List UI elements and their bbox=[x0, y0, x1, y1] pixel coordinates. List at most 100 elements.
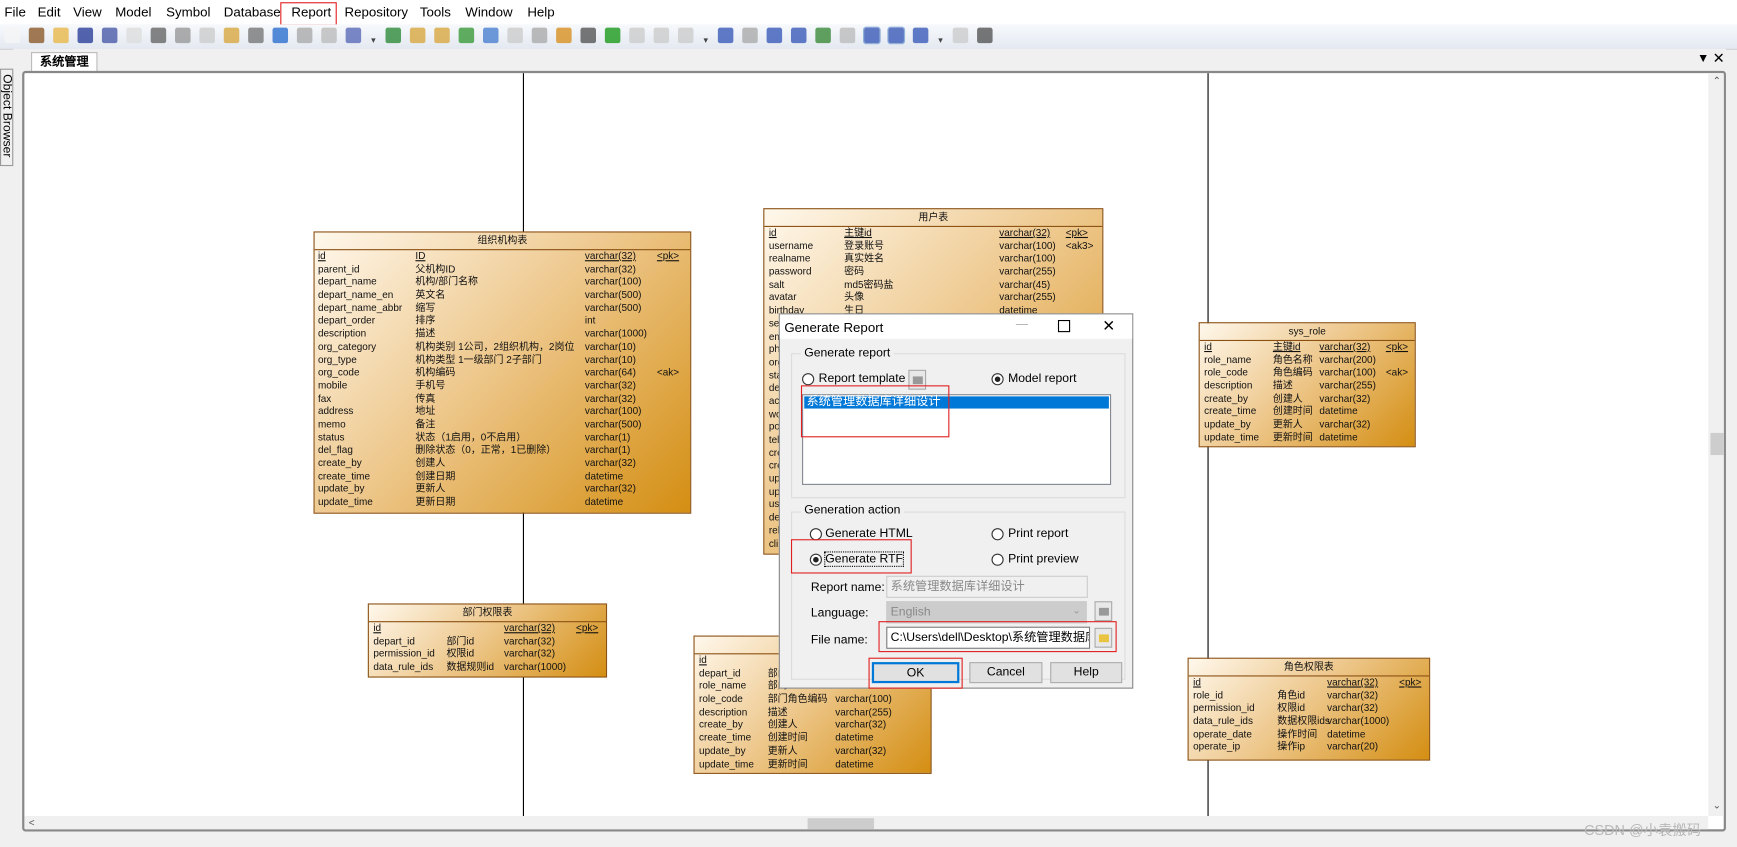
toolbar-overflow-icon[interactable]: ▾ bbox=[938, 35, 942, 45]
entity-table[interactable]: 组织机构表 id ID varchar(32) <pk> parent_id 父机构ID va… bbox=[313, 231, 692, 514]
check-model-icon[interactable] bbox=[483, 27, 499, 44]
help-button[interactable]: Help bbox=[1050, 662, 1123, 684]
report-template-radio[interactable] bbox=[802, 373, 815, 386]
print-preview-icon[interactable] bbox=[126, 27, 142, 44]
delete-icon[interactable] bbox=[248, 27, 264, 44]
table-row: salt md5密码盐 varchar(45) bbox=[764, 279, 1102, 292]
font-icon[interactable] bbox=[604, 27, 621, 44]
shadow-icon[interactable] bbox=[507, 27, 523, 44]
zoom-icon[interactable] bbox=[862, 26, 881, 45]
back-icon[interactable] bbox=[653, 27, 670, 44]
column-type: varchar(32) bbox=[1327, 676, 1379, 688]
language-select[interactable]: English bbox=[886, 601, 1087, 624]
diagram-icon[interactable] bbox=[717, 27, 734, 44]
disabled-icon[interactable] bbox=[839, 27, 856, 44]
redo-icon[interactable] bbox=[296, 27, 313, 44]
table-row: del_flag 删除状态（0，正常，1已删除） varchar(1) bbox=[315, 444, 691, 457]
object-browser-tab[interactable]: Object Browser bbox=[0, 68, 14, 167]
column-name: description bbox=[699, 706, 748, 718]
report-name-field[interactable]: 系统管理数据库详细设计 bbox=[886, 575, 1088, 598]
copy-icon[interactable] bbox=[199, 27, 215, 44]
print-report-label[interactable]: Print report bbox=[1008, 527, 1068, 540]
vertical-scrollbar[interactable]: ⌃ ⌄ bbox=[1708, 73, 1724, 817]
printer-icon[interactable] bbox=[977, 27, 993, 44]
open-icon[interactable] bbox=[53, 27, 69, 44]
column-type: varchar(500) bbox=[584, 289, 642, 301]
column-type: datetime bbox=[1319, 431, 1358, 443]
scroll-down-icon[interactable]: ⌄ bbox=[1713, 799, 1721, 811]
paste-icon[interactable] bbox=[223, 27, 240, 44]
new-icon[interactable] bbox=[4, 27, 20, 44]
column-name: depart_name_en bbox=[317, 289, 394, 301]
column-comment: 密码 bbox=[844, 265, 865, 277]
align-icon[interactable] bbox=[531, 27, 548, 44]
maximize-icon[interactable] bbox=[1057, 319, 1071, 333]
menu-database[interactable]: Database bbox=[224, 4, 281, 20]
menu-repository[interactable]: Repository bbox=[345, 4, 409, 20]
properties-icon[interactable] bbox=[321, 27, 337, 44]
column-key: <ak> bbox=[656, 366, 680, 378]
toolbar-overflow-icon[interactable]: ▾ bbox=[371, 35, 375, 45]
menu-symbol[interactable]: Symbol bbox=[166, 4, 210, 20]
fill-icon[interactable] bbox=[580, 27, 596, 44]
diagram2-icon[interactable] bbox=[742, 27, 758, 44]
new-package-icon[interactable] bbox=[385, 27, 402, 44]
model-report-radio[interactable] bbox=[991, 373, 1004, 386]
column-key: <ak3> bbox=[1065, 239, 1094, 251]
pages-icon[interactable] bbox=[790, 27, 807, 44]
menu-model[interactable]: Model bbox=[115, 4, 151, 20]
column-name: id bbox=[699, 654, 707, 666]
column-type: varchar(100) bbox=[1319, 366, 1376, 378]
refresh-icon[interactable] bbox=[458, 27, 475, 44]
page-icon[interactable] bbox=[766, 27, 783, 44]
column-name: create_time bbox=[699, 731, 752, 744]
menu-window[interactable]: Window bbox=[465, 4, 512, 20]
print-preview-radio[interactable] bbox=[991, 553, 1004, 566]
forward-icon[interactable] bbox=[677, 27, 694, 44]
language-browse-button[interactable] bbox=[1094, 601, 1113, 622]
menu-help[interactable]: Help bbox=[527, 4, 554, 20]
cancel-button[interactable]: Cancel bbox=[969, 662, 1043, 684]
table-icon[interactable] bbox=[912, 27, 929, 44]
report-template-label[interactable]: Report template bbox=[819, 372, 906, 385]
print-report-radio[interactable] bbox=[991, 528, 1004, 541]
find-icon[interactable] bbox=[434, 27, 450, 44]
scroll-thumb[interactable] bbox=[807, 818, 875, 830]
table-row: description 描述 varchar(1000) bbox=[315, 328, 691, 341]
scroll-left-icon[interactable]: < bbox=[29, 817, 35, 828]
tab-diagram[interactable]: 系统管理 bbox=[31, 52, 98, 72]
entity-table[interactable]: 部门权限表 id varchar(32) <pk> depart_id 部门id varch… bbox=[367, 603, 608, 678]
undo-icon[interactable] bbox=[272, 27, 289, 44]
table-row: create_by 创建人 varchar(32) bbox=[315, 457, 691, 470]
cut-icon[interactable] bbox=[175, 27, 191, 44]
entity-table[interactable]: 角色权限表 id varchar(32) <pk> role_id 角色id varchar… bbox=[1187, 657, 1431, 761]
generate-icon[interactable] bbox=[815, 27, 831, 44]
menu-edit[interactable]: Edit bbox=[38, 4, 61, 20]
print-preview-label[interactable]: Print preview bbox=[1008, 552, 1078, 565]
menu-view[interactable]: View bbox=[73, 4, 102, 20]
help-icon[interactable] bbox=[345, 27, 362, 44]
tab-menu-icon[interactable]: ▼ bbox=[1697, 52, 1709, 65]
close-icon[interactable]: ✕ bbox=[1713, 50, 1725, 68]
export-icon[interactable] bbox=[629, 27, 645, 44]
save-icon[interactable] bbox=[77, 27, 94, 44]
close-icon[interactable]: ✕ bbox=[1102, 317, 1115, 336]
new-model-icon[interactable] bbox=[28, 27, 45, 44]
paste-shortcut-icon[interactable] bbox=[409, 27, 426, 44]
horizontal-scrollbar[interactable]: < bbox=[24, 816, 1709, 830]
table-row: id varchar(32) <pk> bbox=[1189, 676, 1429, 689]
column-type: varchar(32) bbox=[1319, 418, 1371, 430]
scroll-thumb[interactable] bbox=[1710, 432, 1724, 456]
entity-table[interactable]: sys_role id 主键id varchar(32) <pk> role_name 角色… bbox=[1198, 322, 1416, 448]
toolbar-overflow-icon[interactable]: ▾ bbox=[703, 35, 707, 45]
pen-icon[interactable] bbox=[556, 27, 572, 44]
preview-icon[interactable] bbox=[952, 27, 969, 44]
model-report-label[interactable]: Model report bbox=[1008, 372, 1076, 385]
list-icon[interactable] bbox=[887, 26, 906, 45]
scroll-up-icon[interactable]: ⌃ bbox=[1713, 75, 1721, 87]
table-row: id ID varchar(32) <pk> bbox=[315, 250, 691, 263]
menu-file[interactable]: File bbox=[4, 4, 25, 20]
print-icon[interactable] bbox=[150, 27, 167, 44]
menu-tools[interactable]: Tools bbox=[420, 4, 451, 20]
save-all-icon[interactable] bbox=[101, 27, 118, 44]
